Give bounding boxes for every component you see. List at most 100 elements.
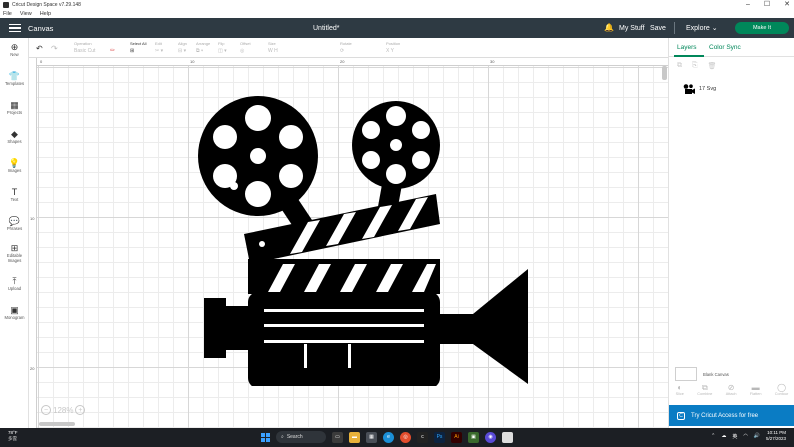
sidebar-item-shapes[interactable]: ◆ Shapes bbox=[0, 129, 29, 144]
volume-icon[interactable]: 🔊 bbox=[754, 433, 760, 439]
select-all-button[interactable]: Select All ⊞ bbox=[130, 41, 146, 54]
minimize-button[interactable]: – bbox=[746, 0, 750, 9]
redo-icon[interactable]: ↷ bbox=[51, 44, 58, 53]
cloud-icon[interactable]: ☁ bbox=[721, 433, 726, 439]
chevron-up-icon[interactable]: ⌃ bbox=[711, 433, 715, 439]
menu-view[interactable]: View bbox=[20, 11, 32, 17]
arrange-icon: ⧉ ▾ bbox=[196, 48, 204, 54]
layer-name: 17 Svg bbox=[699, 86, 717, 92]
cricut-app-icon[interactable]: c bbox=[417, 431, 428, 443]
sidebar-item-projects[interactable]: ▦ Projects bbox=[0, 100, 29, 115]
slice-button[interactable]: ◐ Slice bbox=[676, 383, 684, 402]
wifi-icon[interactable]: ◠ bbox=[743, 433, 747, 439]
chrome-icon[interactable]: ◎ bbox=[400, 431, 411, 443]
clock[interactable]: 10:11 PM 5/27/2023 bbox=[766, 430, 786, 442]
sidebar-item-images[interactable]: 💡 Images bbox=[0, 158, 29, 173]
position-label: Position bbox=[386, 41, 401, 46]
taskbar-search[interactable]: ⌕ Search bbox=[276, 431, 326, 443]
my-stuff-link[interactable]: My Stuff bbox=[619, 25, 645, 32]
text-icon: T bbox=[11, 187, 18, 197]
delete-icon[interactable]: 🗑 bbox=[708, 62, 717, 70]
undo-icon[interactable]: ↶ bbox=[36, 44, 43, 53]
arrange-dropdown[interactable]: Arrange ⧉ ▾ bbox=[196, 41, 210, 54]
app-icon[interactable]: ◉ bbox=[485, 431, 496, 443]
tab-layers[interactable]: Layers bbox=[677, 44, 697, 51]
layer-actions: ◐ Slice ⧉ Combine ⊘ Attach ▬ Flatten ◯ C… bbox=[669, 383, 794, 402]
weather-widget[interactable]: 78°F 多雲 bbox=[8, 430, 18, 442]
vertical-scrollbar[interactable] bbox=[662, 66, 667, 80]
rotate-field[interactable]: Rotate ⟳ bbox=[340, 41, 352, 54]
maximize-button[interactable]: ☐ bbox=[764, 0, 770, 9]
blank-canvas-item[interactable]: Blank Canvas bbox=[675, 367, 729, 381]
close-button[interactable]: ✕ bbox=[784, 0, 790, 9]
menu-file[interactable]: File bbox=[3, 11, 12, 17]
editable-image-icon: ⊞ bbox=[10, 243, 19, 253]
zoom-in-button[interactable]: + bbox=[75, 405, 86, 415]
try-cricut-access-banner[interactable]: C Try Cricut Access for free bbox=[669, 405, 794, 426]
store-icon[interactable]: ▦ bbox=[366, 431, 377, 443]
combine-label: Combine bbox=[697, 392, 713, 396]
illustrator-icon[interactable]: Ai bbox=[451, 431, 462, 443]
monogram-icon: ▣ bbox=[10, 305, 19, 315]
explore-dropdown[interactable]: Explore ⌄ bbox=[686, 24, 718, 32]
group-icon[interactable]: ⧉ bbox=[677, 62, 682, 70]
offset-icon: ◎ bbox=[240, 48, 245, 54]
rotate-label: Rotate bbox=[340, 41, 352, 46]
photoshop-icon[interactable]: Ps bbox=[434, 431, 445, 443]
blank-canvas-swatch bbox=[675, 367, 697, 381]
section-title: Canvas bbox=[28, 23, 54, 33]
position-fields[interactable]: Position X Y bbox=[386, 41, 400, 54]
flip-icon: ◫ ▾ bbox=[218, 48, 227, 54]
operation-value: Basic Cut bbox=[74, 48, 96, 54]
sidebar-item-new[interactable]: ⊕ New bbox=[0, 42, 29, 57]
minecraft-icon[interactable]: ▣ bbox=[468, 431, 479, 443]
make-it-button[interactable]: Make It bbox=[735, 22, 789, 34]
duplicate-icon[interactable]: ⎘ bbox=[692, 62, 698, 70]
sidebar-item-text[interactable]: T Text bbox=[0, 187, 29, 202]
shirt-icon: 👕 bbox=[8, 71, 21, 81]
zoom-out-button[interactable]: − bbox=[41, 405, 51, 415]
pen-color-icon[interactable]: ✏ bbox=[110, 47, 115, 54]
attach-icon: ⊘ bbox=[727, 383, 735, 392]
menu-bar: File View Help bbox=[0, 9, 794, 18]
menu-help[interactable]: Help bbox=[40, 11, 51, 17]
sidebar-item-editable-images[interactable]: ⊞ Editable Images bbox=[0, 243, 29, 263]
windows-start-icon[interactable] bbox=[261, 432, 270, 442]
align-dropdown[interactable]: Align ⊟ ▾ bbox=[178, 41, 187, 54]
sidebar-item-templates[interactable]: 👕 Templates bbox=[0, 71, 29, 86]
edge-icon[interactable]: e bbox=[383, 431, 394, 443]
edit-dropdown[interactable]: Edit ✂ ▾ bbox=[155, 41, 163, 54]
movie-camera-artwork[interactable] bbox=[198, 94, 528, 386]
flatten-button[interactable]: ▬ Flatten bbox=[750, 383, 762, 402]
search-icon: ⌕ bbox=[281, 434, 284, 440]
keyboard-language-icon[interactable]: 英 bbox=[732, 433, 737, 440]
contour-button[interactable]: ◯ Contour bbox=[775, 383, 789, 402]
notepad-icon[interactable] bbox=[502, 431, 513, 443]
hamburger-menu-icon[interactable] bbox=[9, 23, 21, 33]
horizontal-scrollbar[interactable] bbox=[39, 422, 75, 426]
sidebar-item-monogram[interactable]: ▣ Monogram bbox=[0, 305, 29, 320]
flatten-label: Flatten bbox=[749, 392, 762, 396]
combine-button[interactable]: ⧉ Combine bbox=[697, 383, 712, 402]
task-view-icon[interactable]: ▭ bbox=[332, 431, 343, 443]
offset-button[interactable]: Offset ◎ bbox=[240, 41, 251, 54]
document-title[interactable]: Untitled* bbox=[313, 25, 339, 32]
ruler-tick: 0 bbox=[40, 59, 43, 64]
operation-select[interactable]: Operation Basic Cut bbox=[74, 41, 95, 54]
plus-circle-icon: ⊕ bbox=[10, 42, 19, 52]
window-titlebar: Cricut Design Space v7.29.148 – ☐ ✕ bbox=[0, 0, 794, 9]
tab-color-sync[interactable]: Color Sync bbox=[709, 44, 741, 51]
size-wh-fields: W H bbox=[268, 48, 278, 54]
layer-item[interactable]: 17 Svg bbox=[683, 84, 716, 94]
attach-button[interactable]: ⊘ Attach bbox=[726, 383, 737, 402]
offset-label: Offset bbox=[240, 41, 251, 46]
sidebar-item-label: Templates bbox=[4, 81, 25, 86]
clock-date: 5/27/2023 bbox=[765, 436, 786, 441]
save-button[interactable]: Save bbox=[650, 25, 666, 32]
flip-dropdown[interactable]: Flip ◫ ▾ bbox=[218, 41, 227, 54]
notification-bell-icon[interactable]: 🔔 bbox=[604, 23, 614, 32]
size-fields[interactable]: Size W H bbox=[268, 41, 278, 54]
file-explorer-icon[interactable]: ▬ bbox=[349, 431, 360, 443]
sidebar-item-phrases[interactable]: 💬 Phrases bbox=[0, 216, 29, 231]
sidebar-item-upload[interactable]: ⤒ Upload bbox=[0, 276, 29, 291]
